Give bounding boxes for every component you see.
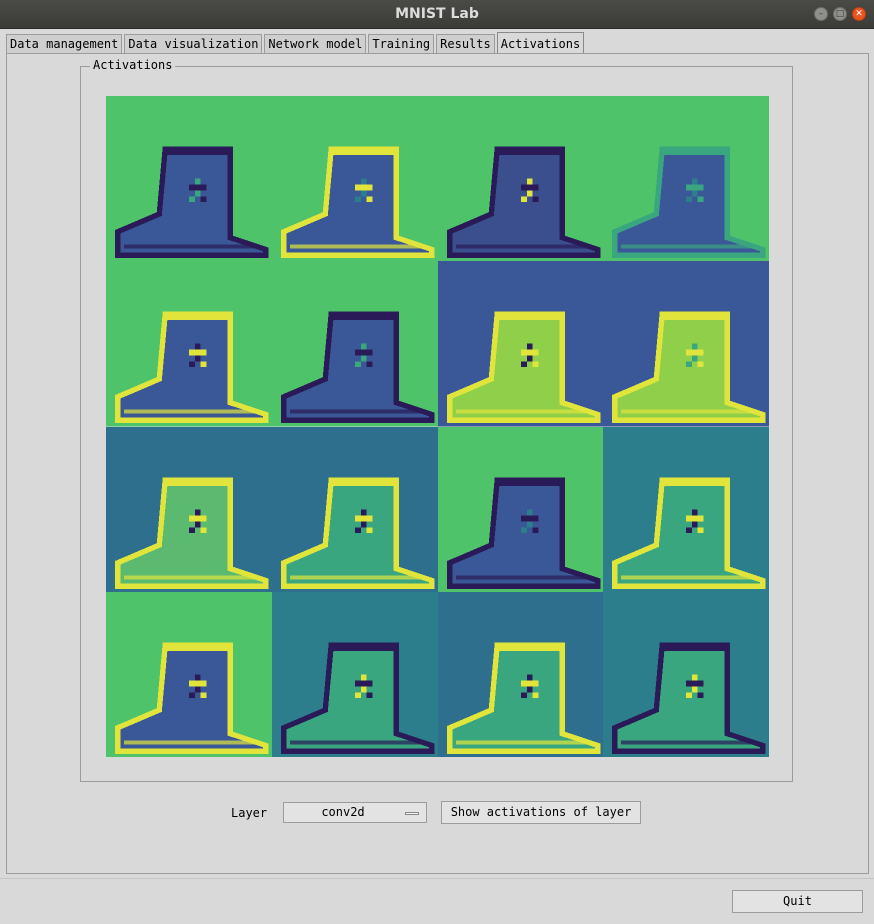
layer-label: Layer <box>231 806 268 820</box>
show-activations-button[interactable]: Show activations of layer <box>441 801 641 824</box>
title-bar: MNIST Lab – □ ✕ <box>0 0 874 29</box>
activation-map <box>603 261 769 427</box>
activation-map <box>603 591 769 757</box>
activation-maps-grid <box>106 96 769 757</box>
layer-select[interactable]: conv2d <box>283 802 427 823</box>
activations-group-label: Activations <box>90 58 176 72</box>
layer-select-value: conv2d <box>321 805 365 819</box>
activation-map <box>603 426 769 592</box>
tab-training[interactable]: Training <box>368 34 435 53</box>
activation-map <box>437 261 604 427</box>
maximize-icon[interactable]: □ <box>833 7 847 21</box>
footer-separator <box>0 878 874 879</box>
activation-map <box>437 591 604 757</box>
activation-map <box>271 96 438 262</box>
close-icon[interactable]: ✕ <box>852 7 866 21</box>
activation-map <box>106 261 272 427</box>
activation-map <box>603 96 769 262</box>
tab-bar: Data management Data visualization Netwo… <box>6 32 586 53</box>
tab-data-management[interactable]: Data management <box>6 34 123 53</box>
quit-button[interactable]: Quit <box>732 890 863 913</box>
tab-network-model[interactable]: Network model <box>264 34 367 53</box>
activation-map <box>106 96 272 262</box>
window-title: MNIST Lab <box>395 6 479 22</box>
tab-data-visualization[interactable]: Data visualization <box>124 34 263 53</box>
activation-map <box>437 96 604 262</box>
activation-map <box>106 591 272 757</box>
activation-map <box>106 426 272 592</box>
dropdown-arrow-icon <box>405 812 419 815</box>
minimize-icon[interactable]: – <box>814 7 828 21</box>
activation-map <box>271 261 438 427</box>
tab-activations[interactable]: Activations <box>496 32 585 53</box>
activation-map <box>437 426 604 592</box>
activation-map <box>271 426 438 592</box>
tab-results[interactable]: Results <box>436 34 495 53</box>
activation-map <box>271 591 438 757</box>
